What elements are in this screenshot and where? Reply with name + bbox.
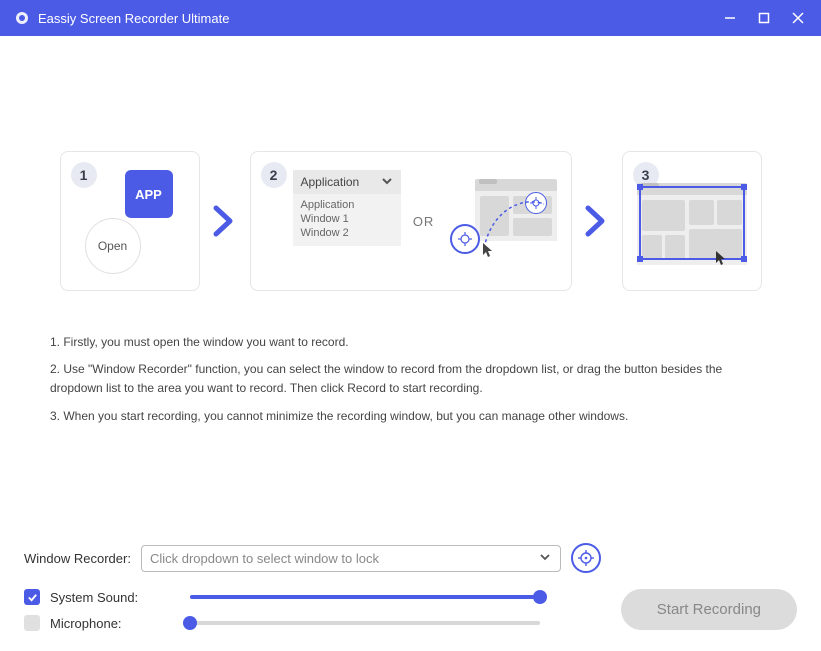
dropdown-title: Application (301, 175, 360, 189)
drag-target-illustration (446, 170, 556, 256)
bottom-panel: Window Recorder: Click dropdown to selec… (0, 526, 821, 651)
step-1-card: 1 APP Open (60, 151, 200, 291)
open-illustration-label: Open (85, 218, 141, 274)
dropdown-illustration: Application Application Window 1 Window … (293, 170, 401, 246)
microphone-label: Microphone: (50, 616, 180, 631)
crosshair-icon (457, 231, 473, 247)
chevron-down-icon (538, 551, 552, 566)
system-sound-checkbox[interactable] (24, 589, 40, 605)
crosshair-icon (577, 549, 595, 567)
microphone-checkbox[interactable] (24, 615, 40, 631)
maximize-button[interactable] (755, 9, 773, 27)
titlebar: Eassiy Screen Recorder Ultimate (0, 0, 821, 36)
cursor-icon (482, 242, 496, 258)
window-select-dropdown[interactable]: Click dropdown to select window to lock (141, 545, 561, 572)
microphone-slider[interactable] (190, 615, 540, 631)
cursor-icon (715, 250, 729, 266)
app-logo-icon (14, 10, 30, 26)
system-sound-label: System Sound: (50, 590, 180, 605)
step-2-card: 2 Application Application Window 1 Windo… (250, 151, 572, 291)
close-button[interactable] (789, 9, 807, 27)
minimize-button[interactable] (721, 9, 739, 27)
arrow-right-icon (210, 204, 240, 238)
window-recorder-label: Window Recorder: (24, 551, 131, 566)
dropdown-placeholder: Click dropdown to select window to lock (150, 551, 379, 566)
dropdown-option: Window 2 (301, 226, 393, 240)
instruction-line: 2. Use "Window Recorder" function, you c… (50, 360, 771, 398)
or-label: OR (413, 214, 435, 229)
app-title: Eassiy Screen Recorder Ultimate (38, 11, 229, 26)
start-recording-button[interactable]: Start Recording (621, 589, 797, 630)
app-window: Eassiy Screen Recorder Ultimate 1 APP Op… (0, 0, 821, 651)
instruction-line: 1. Firstly, you must open the window you… (50, 333, 771, 352)
steps-illustration: 1 APP Open 2 Application Application Win… (50, 151, 771, 291)
step-1-badge: 1 (71, 162, 97, 188)
instruction-line: 3. When you start recording, you cannot … (50, 407, 771, 426)
dropdown-option: Window 1 (301, 212, 393, 226)
chevron-down-icon (381, 175, 393, 189)
crosshair-icon (530, 197, 542, 209)
system-sound-slider[interactable] (190, 589, 540, 605)
selection-illustration (637, 176, 747, 262)
arrow-right-icon (582, 204, 612, 238)
lock-target-button[interactable] (571, 543, 601, 573)
step-3-card: 3 (622, 151, 762, 291)
step-2-badge: 2 (261, 162, 287, 188)
app-tile-icon: APP (125, 170, 173, 218)
dropdown-list-header: Application (301, 198, 393, 212)
instructions-text: 1. Firstly, you must open the window you… (50, 333, 771, 434)
